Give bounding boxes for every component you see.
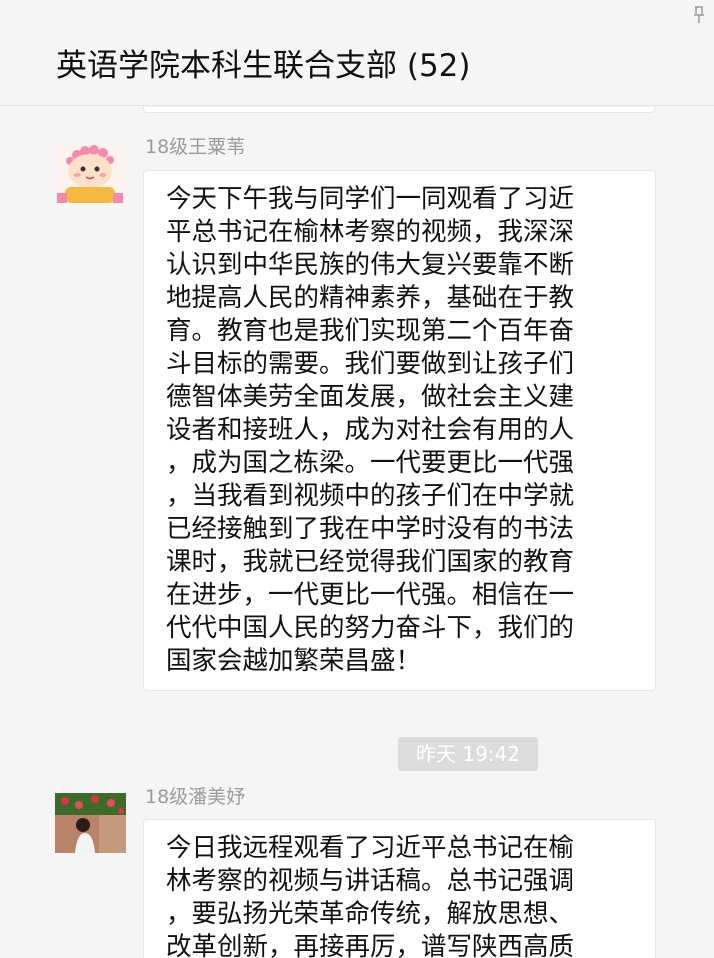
chat-title[interactable]: 英语学院本科生联合支部 (52) xyxy=(56,44,471,88)
message-line: 课时，我就已经觉得我们国家的教育 xyxy=(166,547,575,577)
message-line: 代代中国人民的努力奋斗下，我们的 xyxy=(166,613,575,643)
message-line: 德智体美劳全面发展，做社会主义建 xyxy=(166,382,575,412)
sender-name: 18级王粟苇 xyxy=(145,136,246,158)
sender-name: 18级潘美妤 xyxy=(145,786,246,808)
message-line: 今日我远程观看了习近平总书记在榆 xyxy=(166,833,575,863)
message-line: 在进步，一代更比一代强。相信在一 xyxy=(166,580,575,610)
message-line: ，成为国之栋梁。一代要更比一代强 xyxy=(166,448,575,478)
avatar[interactable] xyxy=(55,793,126,853)
message-line: ，当我看到视频中的孩子们在中学就 xyxy=(166,481,575,511)
pin-icon[interactable] xyxy=(692,6,706,24)
message-bubble[interactable]: 今日我远程观看了习近平总书记在榆 林考察的视频与讲话稿。总书记强调 ，要弘扬光荣… xyxy=(143,819,656,958)
message-line: 已经接触到了我在中学时没有的书法 xyxy=(166,514,575,544)
avatar[interactable] xyxy=(55,143,126,203)
message-line: 设者和接班人，成为对社会有用的人 xyxy=(166,415,575,445)
message-line: 今天下午我与同学们一同观看了习近 xyxy=(166,184,575,214)
message-bubble[interactable]: 今天下午我与同学们一同观看了习近 平总书记在榆林考察的视频，我深深 认识到中华民… xyxy=(143,170,656,691)
photo-avatar-icon xyxy=(55,793,126,853)
chat-messages[interactable]: 18级王粟苇 今天下午我与同学们一同观看了习近 平总书记在榆林考察的视频，我深深… xyxy=(0,107,714,958)
message-line: 地提高人民的精神素养，基础在于教 xyxy=(166,283,575,313)
message-line: 国家会越加繁荣昌盛！ xyxy=(166,646,422,676)
message-line: 认识到中华民族的伟大复兴要靠不断 xyxy=(166,250,575,280)
message-line: 林考察的视频与讲话稿。总书记强调 xyxy=(166,866,575,896)
message-line: 平总书记在榆林考察的视频，我深深 xyxy=(166,217,575,247)
chat-header: 英语学院本科生联合支部 (52) xyxy=(0,0,714,106)
message-line: 斗目标的需要。我们要做到让孩子们 xyxy=(166,349,575,379)
message-line: 育。教育也是我们实现第二个百年奋 xyxy=(166,316,575,346)
cartoon-girl-avatar-icon xyxy=(55,143,126,203)
message-line: ，要弘扬光荣革命传统，解放思想、 xyxy=(166,899,575,929)
previous-message-bubble xyxy=(143,107,655,113)
timestamp-badge: 昨天 19:42 xyxy=(398,737,538,771)
message-line: 改革创新，再接再厉，谱写陕西高质 xyxy=(166,932,575,958)
